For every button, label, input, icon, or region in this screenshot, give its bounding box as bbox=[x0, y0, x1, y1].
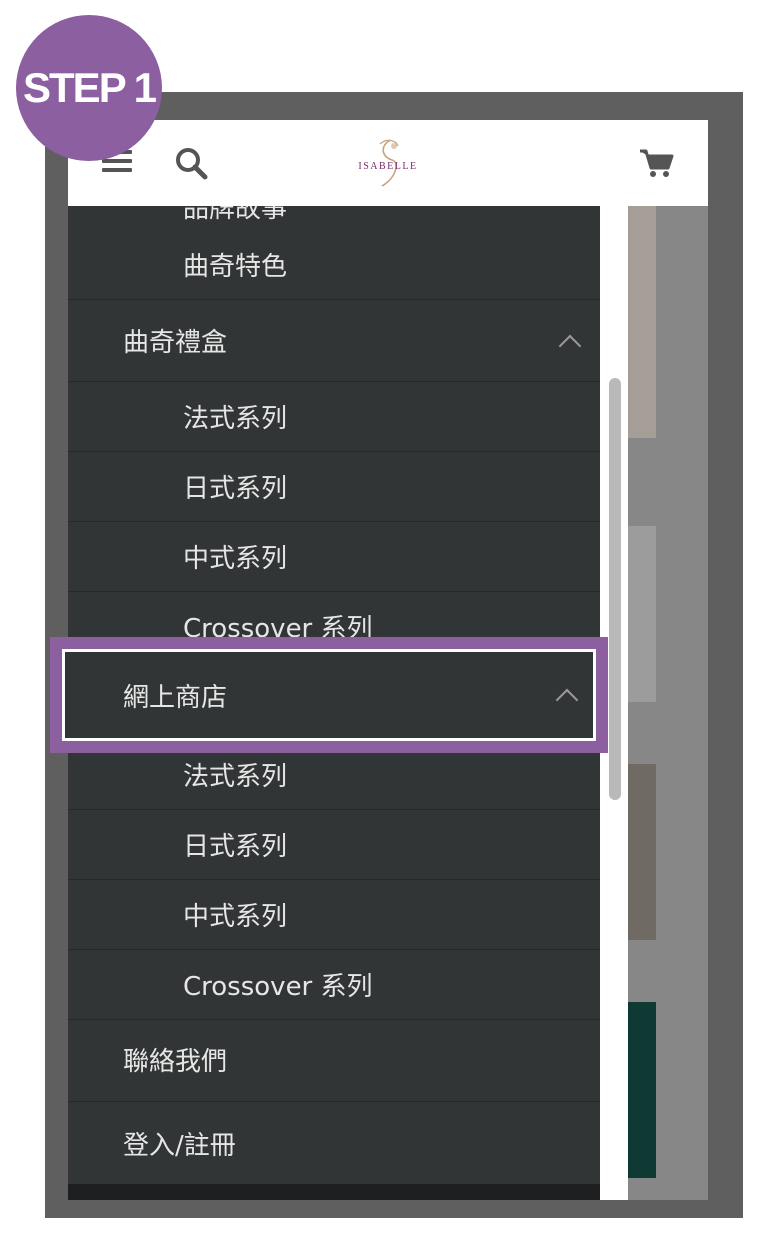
menu-item-label: Crossover 系列 bbox=[183, 972, 373, 1002]
menu-item-label: 中式系列 bbox=[183, 902, 288, 932]
chevron-up-icon[interactable] bbox=[558, 334, 582, 357]
background-image bbox=[628, 764, 656, 940]
menu-item-cookie-features[interactable]: 曲奇特色 bbox=[68, 206, 600, 300]
menu-item-label: 中式系列 bbox=[183, 544, 288, 574]
menu-item-label: 曲奇禮盒 bbox=[123, 328, 228, 358]
scrollbar-thumb[interactable] bbox=[609, 378, 621, 800]
menu-item-shop-chinese-series[interactable]: 中式系列 bbox=[68, 880, 600, 950]
menu-item-label: 日式系列 bbox=[183, 832, 288, 862]
isabelle-logo[interactable]: ISABELLE bbox=[350, 134, 426, 192]
menu-item-login-register[interactable]: 登入/註冊 bbox=[68, 1102, 600, 1184]
logo-text: ISABELLE bbox=[358, 161, 417, 172]
background-image bbox=[628, 526, 656, 702]
chevron-up-icon[interactable] bbox=[555, 688, 579, 712]
menu-item-label: 曲奇特色 bbox=[183, 252, 288, 282]
menu-item-shop-japanese-series[interactable]: 日式系列 bbox=[68, 810, 600, 880]
menu-item-label: 登入/註冊 bbox=[123, 1130, 236, 1161]
drawer-footer bbox=[68, 1184, 600, 1200]
menu-item-label: 日式系列 bbox=[183, 474, 288, 504]
menu-item-contact-us[interactable]: 聯絡我們 bbox=[68, 1018, 600, 1102]
menu-item-label: 法式系列 bbox=[183, 404, 288, 434]
cart-icon[interactable] bbox=[638, 146, 674, 180]
menu-item-gift-box[interactable]: 曲奇禮盒 bbox=[68, 300, 600, 382]
menu-item-shop-crossover-series[interactable]: Crossover 系列 bbox=[68, 950, 600, 1020]
menu-item-french-series[interactable]: 法式系列 bbox=[68, 382, 600, 452]
background-image bbox=[628, 206, 656, 438]
search-icon[interactable] bbox=[174, 146, 208, 180]
background-image bbox=[628, 1002, 656, 1178]
site-header: ISABELLE bbox=[68, 120, 708, 206]
step-badge: STEP 1 bbox=[16, 15, 162, 161]
step-badge-label: STEP 1 bbox=[23, 64, 157, 111]
menu-item-online-shop[interactable]: 網上商店 bbox=[62, 649, 596, 741]
menu-item-japanese-series[interactable]: 日式系列 bbox=[68, 452, 600, 522]
menu-item-label: 網上商店 bbox=[123, 682, 228, 713]
menu-item-label: 聯絡我們 bbox=[123, 1047, 228, 1077]
menu-item-chinese-series[interactable]: 中式系列 bbox=[68, 522, 600, 592]
menu-item-label: 法式系列 bbox=[183, 762, 288, 792]
